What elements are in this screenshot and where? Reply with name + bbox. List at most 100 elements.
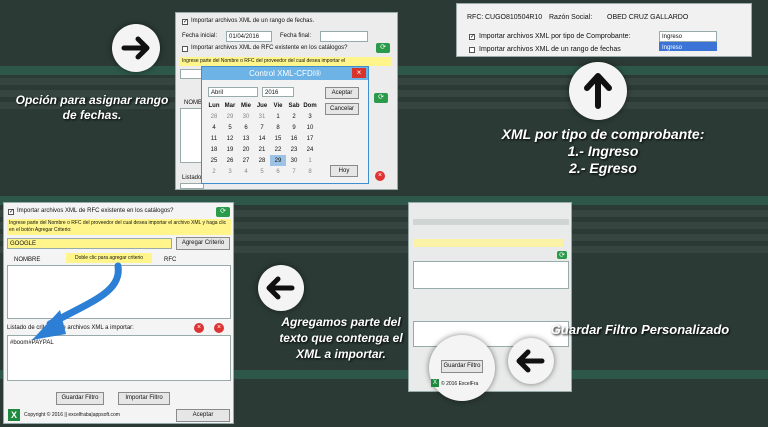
calendar-day-cell[interactable]: 24 [302,144,318,155]
calendar-day-cell[interactable]: 18 [206,144,222,155]
rfc-checkbox[interactable]: ✓ [8,209,14,215]
arrow-left-icon [516,349,545,373]
calendar-day-cell[interactable]: 2 [206,166,222,177]
calendar-day-cell[interactable]: 8 [302,166,318,177]
calendar-day-cell[interactable]: 14 [254,133,270,144]
calendar-day-cell[interactable]: 1 [302,155,318,166]
calendar-day-cell[interactable]: 29 [270,155,286,166]
calendar-day-cell[interactable]: 21 [254,144,270,155]
range-checkbox[interactable]: ✓ [182,19,188,25]
calendar-day-cell[interactable]: 3 [302,111,318,122]
calendar-day-cell[interactable]: 28 [206,111,222,122]
fecha-inicial-field[interactable]: 01/04/2016 [226,31,272,42]
criterio-field[interactable]: GOOGLE [7,238,172,249]
calendar-day-cell[interactable]: 30 [286,155,302,166]
refresh-icon[interactable]: ⟳ [216,207,230,217]
refresh-icon[interactable]: ⟳ [557,251,567,259]
calendar-day-cell[interactable]: 4 [238,166,254,177]
rfc-column-header: RFC [164,257,177,263]
calendar-day-cell[interactable]: 28 [254,155,270,166]
calendar-day-cell[interactable]: 7 [286,166,302,177]
calendar-day-cell[interactable]: 27 [238,155,254,166]
calendar-day-header: Vie [273,102,283,109]
razon-label: Razón Social: [549,14,593,21]
refresh-icon[interactable]: ⟳ [374,93,388,103]
aceptar-button[interactable]: Aceptar [176,409,230,422]
caption-agregamos: Agregamos parte del texto que contenga e… [279,315,403,361]
calendar-day-cell[interactable]: 11 [206,133,222,144]
filter-list[interactable] [413,261,569,289]
calendar-day-cell[interactable]: 16 [286,133,302,144]
agregar-criterio-button[interactable]: Agregar Criterio [176,237,230,250]
calendar-day-header: Dom [303,102,317,109]
guardar-filtro-button[interactable]: Guardar Filtro [56,392,104,405]
calendar-day-cell[interactable]: 7 [254,122,270,133]
calendar-day-cell[interactable]: 31 [254,111,270,122]
calendar-day-cell[interactable]: 1 [270,111,286,122]
fecha-final-label: Fecha final: [280,33,312,39]
caption-xml-tipo-2: 2.- Egreso [569,160,637,176]
copyright-text: © 2016 ExcelFra [441,381,479,387]
copyright-text: Copyright © 2016 || excelfraba|appsoft.c… [24,412,120,418]
calendar-accept-button[interactable]: Aceptar [325,87,359,99]
calendar-day-cell[interactable]: 23 [286,144,302,155]
calendar-day-cell[interactable]: 6 [270,166,286,177]
fecha-inicial-label: Fecha inicial: [182,33,218,39]
year-select[interactable]: 2016 [262,87,294,97]
calendar-day-cell[interactable]: 26 [222,155,238,166]
calendar-day-cell[interactable]: 4 [206,122,222,133]
caption-xml-tipo-1: 1.- Ingreso [567,143,639,159]
arrow-circle [258,265,304,311]
calendar-day-cell[interactable]: 8 [270,122,286,133]
refresh-icon[interactable]: ⟳ [376,43,390,53]
calendar-day-cell[interactable]: 22 [270,144,286,155]
rfc-value: CUGO810504R10 [485,14,543,21]
calendar-cancel-button[interactable]: Cancelar [325,103,359,115]
delete-icon[interactable]: × [194,323,204,333]
calendar-day-cell[interactable]: 10 [302,122,318,133]
calendar-today-button[interactable]: Hoy [330,165,358,177]
calendar-day-header: Mie [240,102,251,109]
importar-filtro-button[interactable]: Importar Filtro [118,392,170,405]
rango-checkbox[interactable] [469,47,475,53]
tipo-select[interactable]: Ingreso [659,31,717,42]
calendar-day-cell[interactable]: 25 [206,155,222,166]
calendar-day-cell[interactable]: 3 [222,166,238,177]
listado-label: Listado [182,175,202,181]
pointer-arrow-icon [32,262,122,340]
razon-value: OBED CRUZ GALLARDO [607,14,689,21]
calendar-day-cell[interactable]: 9 [286,122,302,133]
calendar-grid: Lun Mar Mie Jue Vie Sab Dom 28 29 30 31 1 2 3 4 5 6 7 8 9 10… [206,100,318,177]
calendar-day-cell[interactable]: 29 [222,111,238,122]
rfc-hint: Ingrese parte del Nombre o RFC del prove… [180,57,392,66]
calendar-day-header: Mar [224,102,236,109]
guardar-filtro-button[interactable]: Guardar Filtro [441,360,483,373]
calendar-day-cell[interactable]: 12 [222,133,238,144]
calendar-day-cell[interactable]: 17 [302,133,318,144]
rfc-checkbox[interactable] [182,46,188,52]
rfc-checkbox-label: Importar archivos XML de RFC existente e… [17,208,174,214]
calendar-titlebar: Control XML-CFDI® [202,67,368,80]
calendar-day-cell[interactable]: 19 [222,144,238,155]
delete-all-icon[interactable]: × [214,323,224,333]
calendar-day-cell[interactable]: 5 [222,122,238,133]
range-checkbox-label: Importar archivos XML de un rango de fec… [191,18,315,24]
tipo-option-ingreso[interactable]: Ingreso [659,42,717,51]
calendar-day-cell[interactable]: 5 [254,166,270,177]
arrow-circle [508,338,554,384]
arrow-left-icon [266,276,295,300]
fecha-final-field[interactable] [320,31,368,42]
tipo-checkbox-label: Importar archivos XML por tipo de Compro… [479,33,631,40]
arrow-circle [569,62,627,120]
month-select[interactable]: Abril [208,87,258,97]
close-icon[interactable]: × [352,68,366,78]
tipo-checkbox[interactable]: ✓ [469,34,475,40]
calendar-day-cell[interactable]: 30 [238,111,254,122]
calendar-day-cell[interactable]: 13 [238,133,254,144]
excel-logo-icon: X [8,409,20,421]
calendar-day-cell[interactable]: 6 [238,122,254,133]
calendar-day-cell[interactable]: 15 [270,133,286,144]
calendar-day-cell[interactable]: 20 [238,144,254,155]
calendar-day-cell[interactable]: 2 [286,111,302,122]
delete-icon[interactable]: × [375,171,385,181]
